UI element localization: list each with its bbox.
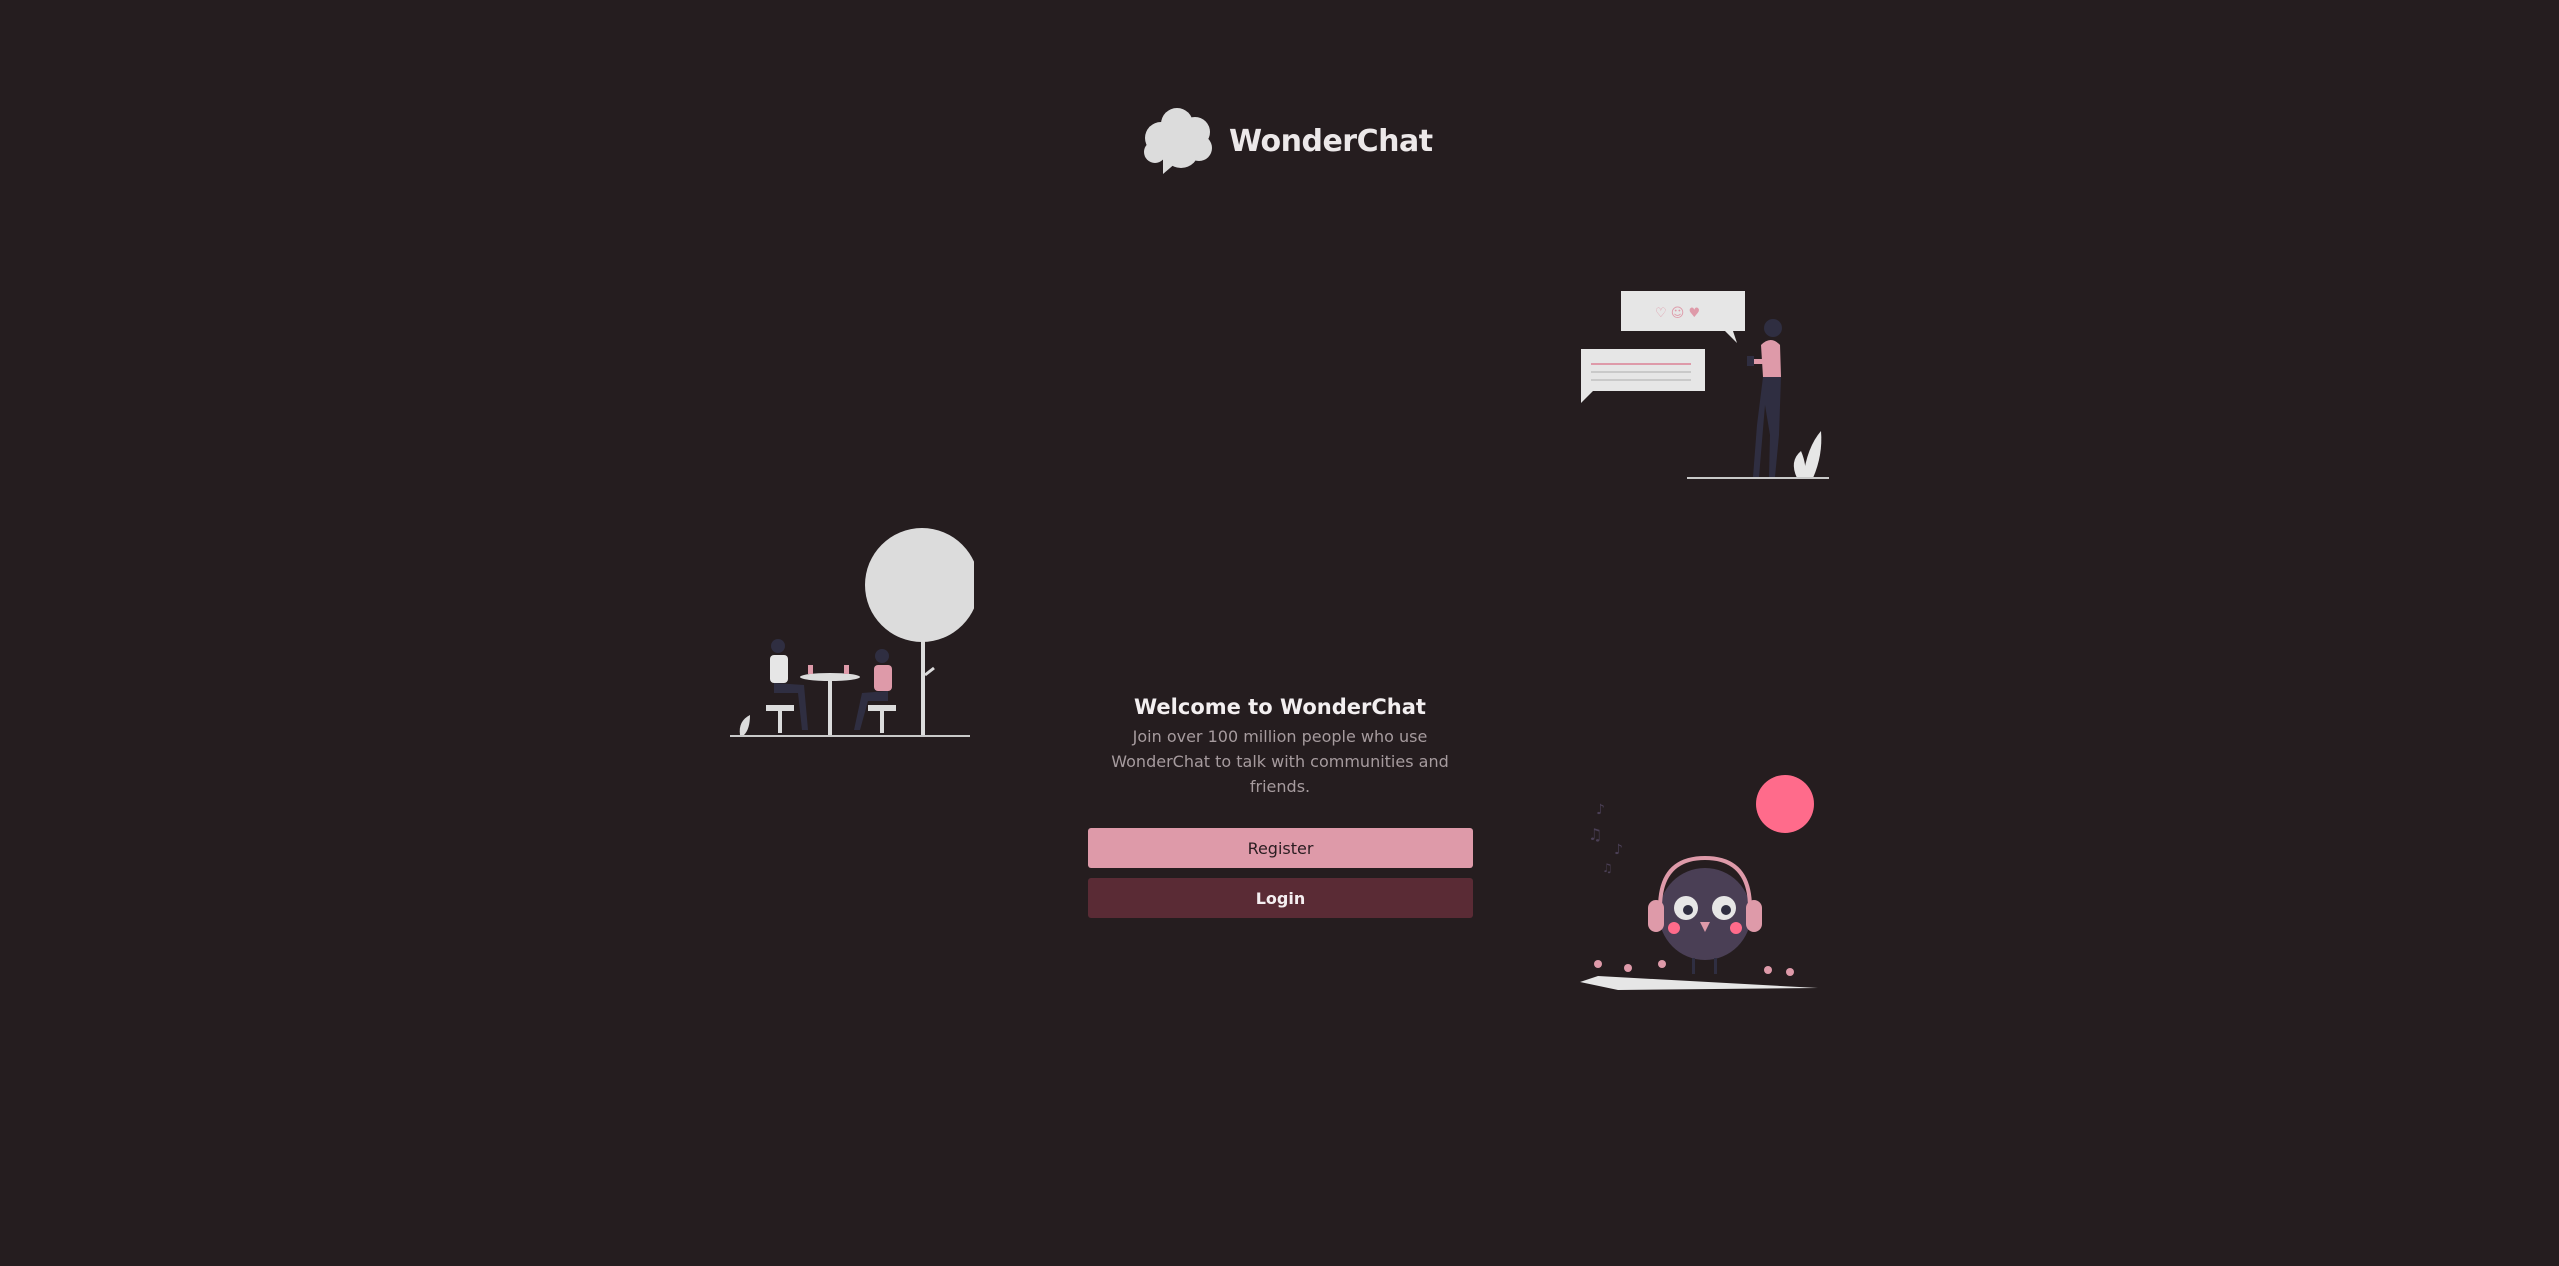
welcome-title: Welcome to WonderChat	[1134, 695, 1426, 719]
chat-cloud-icon	[1141, 106, 1215, 176]
svg-text:♪: ♪	[1596, 802, 1605, 818]
svg-text:♡ ☺ ♥: ♡ ☺ ♥	[1655, 306, 1700, 321]
brand-name: WonderChat	[1229, 123, 1433, 159]
woman-with-chat-bubbles-illustration: ♡ ☺ ♥	[1581, 291, 1829, 479]
svg-text:♫: ♫	[1588, 825, 1602, 844]
svg-text:♫: ♫	[1602, 861, 1613, 875]
svg-text:♪: ♪	[1614, 842, 1623, 858]
welcome-section: Welcome to WonderChat Join over 100 mill…	[1088, 692, 1472, 799]
cafe-conversation-illustration	[730, 528, 974, 737]
bird-with-headphones-illustration: ♪ ♫ ♪ ♫	[1580, 775, 1818, 990]
login-button[interactable]: Login	[1088, 878, 1473, 918]
brand-header: WonderChat	[1141, 106, 1433, 176]
register-button[interactable]: Register	[1088, 828, 1473, 868]
welcome-subtitle: Join over 100 million people who use Won…	[1111, 727, 1449, 796]
login-page: WonderChat ♡ ☺ ♥ ♪ ♫ ♪ ♫ Welcome to Wond…	[0, 0, 2559, 1266]
